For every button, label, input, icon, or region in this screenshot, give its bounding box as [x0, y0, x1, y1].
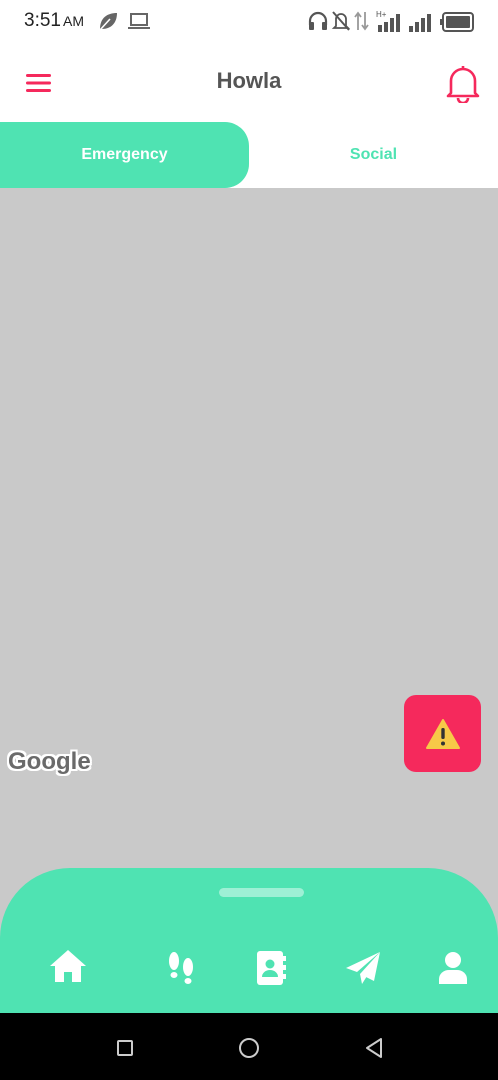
recents-icon — [117, 1040, 133, 1056]
nav-profile[interactable] — [428, 943, 478, 993]
nav-footsteps[interactable] — [156, 943, 206, 993]
battery-icon — [440, 12, 474, 32]
system-navigation-bar — [0, 1013, 498, 1080]
system-home-button[interactable] — [236, 1035, 262, 1061]
back-icon — [366, 1038, 382, 1058]
drag-handle[interactable] — [219, 888, 304, 897]
tab-bar: Emergency Social — [0, 122, 498, 188]
tab-emergency[interactable]: Emergency — [0, 122, 249, 188]
leaf-icon — [99, 13, 117, 31]
mute-icon — [331, 11, 351, 31]
nav-contacts[interactable] — [246, 943, 296, 993]
svg-text:H+: H+ — [376, 10, 387, 19]
signal-icon — [409, 14, 431, 32]
contacts-icon — [257, 951, 286, 985]
home-circle-icon — [239, 1038, 259, 1058]
signal-h-plus-icon: H+ — [376, 10, 400, 32]
google-logo: Google — [8, 748, 91, 775]
home-icon — [50, 950, 86, 982]
nav-home[interactable] — [43, 941, 93, 991]
bell-icon[interactable] — [444, 63, 482, 103]
warning-icon — [425, 718, 460, 749]
tab-social[interactable]: Social — [249, 122, 498, 188]
emergency-alert-button[interactable] — [404, 695, 481, 772]
status-bar: 3:51 AM H+ — [0, 0, 498, 44]
bottom-nav — [0, 868, 498, 1013]
app-bar: Howla — [0, 44, 498, 122]
data-arrows-icon — [354, 11, 369, 31]
headphones-icon — [308, 11, 328, 30]
profile-icon — [439, 952, 467, 984]
laptop-icon — [128, 13, 150, 29]
recents-button[interactable] — [112, 1035, 138, 1061]
app-title: Howla — [216, 68, 282, 93]
back-button[interactable] — [361, 1035, 387, 1061]
nav-send[interactable] — [338, 943, 388, 993]
status-time: 3:51 AM — [24, 10, 84, 31]
send-icon — [346, 952, 380, 984]
footsteps-icon — [169, 952, 193, 984]
